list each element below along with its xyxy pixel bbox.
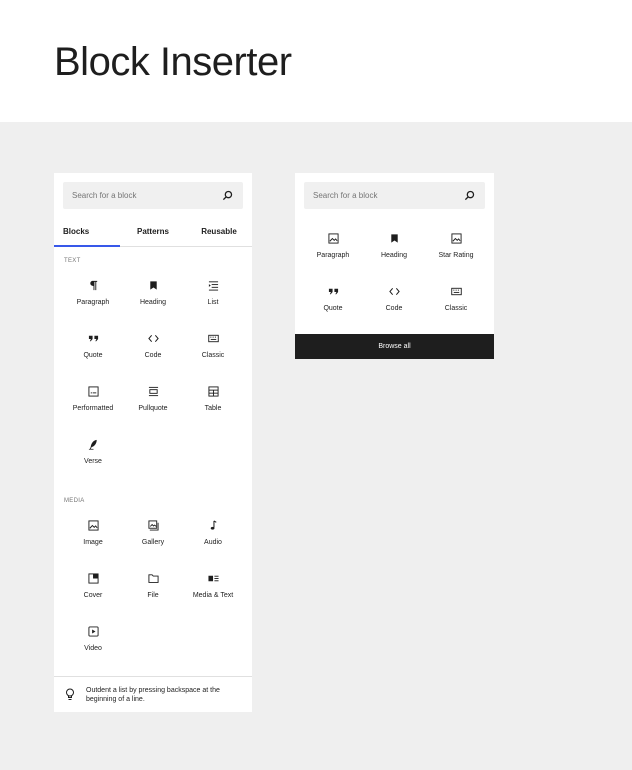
block-video[interactable]: Video <box>63 626 123 666</box>
image-icon <box>327 233 339 244</box>
active-tab-indicator <box>54 245 120 247</box>
gallery-icon <box>147 520 159 531</box>
tab-blocks[interactable]: Blocks <box>54 220 120 247</box>
quick-inserter-panel: Paragraph Heading Star Rating Quote Code… <box>295 173 494 359</box>
block-label: Quote <box>83 352 103 359</box>
pullquote-icon <box>148 386 158 397</box>
block-heading[interactable]: Heading <box>123 280 183 320</box>
page-title: Block Inserter <box>54 40 292 84</box>
cover-icon <box>87 573 99 584</box>
block-label: Audio <box>204 539 222 546</box>
file-icon <box>147 574 159 583</box>
block-heading[interactable]: Heading <box>364 233 424 273</box>
block-label: Code <box>144 352 162 359</box>
tab-patterns[interactable]: Patterns <box>120 220 186 247</box>
block-quote[interactable]: Quote <box>63 333 123 373</box>
block-verse[interactable]: Verse <box>63 439 123 479</box>
block-label: Video <box>84 645 102 652</box>
block-label: List <box>207 299 219 306</box>
title-area: Block Inserter <box>0 0 632 122</box>
search-input[interactable] <box>72 182 212 209</box>
block-quote[interactable]: Quote <box>303 286 363 326</box>
heading-icon <box>390 234 398 243</box>
block-label: Pullquote <box>138 405 168 412</box>
table-icon <box>207 386 219 397</box>
quote-icon <box>88 335 98 342</box>
search-icon[interactable] <box>464 190 475 201</box>
search-box <box>63 182 243 209</box>
block-file[interactable]: File <box>123 573 183 613</box>
block-preformatted[interactable]: Performatted <box>63 386 123 426</box>
paragraph-icon <box>89 280 97 291</box>
block-classic[interactable]: Classic <box>426 286 486 326</box>
block-label: Classic <box>201 352 225 359</box>
classic-icon <box>450 287 462 296</box>
block-label: Verse <box>84 458 102 465</box>
quote-icon <box>328 288 338 295</box>
search-box <box>304 182 485 209</box>
block-label: Star Rating <box>438 252 474 259</box>
search-icon[interactable] <box>222 190 233 201</box>
block-label: Classic <box>444 305 468 312</box>
section-label-text: TEXT <box>64 258 81 264</box>
classic-icon <box>207 334 219 343</box>
tip-text: Outdent a list by pressing backspace at … <box>86 687 220 703</box>
block-label: File <box>147 592 159 599</box>
block-classic[interactable]: Classic <box>183 333 243 373</box>
block-label: Media & Text <box>192 592 234 599</box>
tab-bar: Blocks Patterns Reusable <box>54 220 252 247</box>
code-icon <box>147 334 159 343</box>
block-label: Paragraph <box>76 299 110 306</box>
list-icon <box>208 281 218 291</box>
image-icon <box>450 233 462 244</box>
lightbulb-icon <box>66 688 74 700</box>
section-label-media: MEDIA <box>64 498 85 504</box>
block-media-text[interactable]: Media & Text <box>183 573 243 613</box>
image-icon <box>87 520 99 531</box>
block-label: Gallery <box>141 539 165 546</box>
inserter-panel: Blocks Patterns Reusable TEXT Paragraph … <box>54 173 252 712</box>
block-label: Image <box>83 539 103 546</box>
block-cover[interactable]: Cover <box>63 573 123 613</box>
preformatted-icon <box>87 386 99 397</box>
block-label: Quote <box>323 305 343 312</box>
browse-all-button[interactable]: Browse all <box>295 334 494 359</box>
block-label: Performatted <box>72 405 114 412</box>
block-pullquote[interactable]: Pullquote <box>123 386 183 426</box>
block-code[interactable]: Code <box>364 286 424 326</box>
block-code[interactable]: Code <box>123 333 183 373</box>
tip-area: Outdent a list by pressing backspace at … <box>54 676 252 712</box>
block-paragraph[interactable]: Paragraph <box>63 280 123 320</box>
block-label: Heading <box>139 299 167 306</box>
block-table[interactable]: Table <box>183 386 243 426</box>
verse-icon <box>88 439 97 450</box>
tab-reusable[interactable]: Reusable <box>186 220 252 247</box>
code-icon <box>388 287 400 296</box>
block-label: Heading <box>380 252 408 259</box>
search-input[interactable] <box>313 182 453 209</box>
block-star-rating[interactable]: Star Rating <box>426 233 486 273</box>
block-label: Code <box>385 305 403 312</box>
block-label: Table <box>204 405 222 412</box>
video-icon <box>87 626 99 637</box>
audio-icon <box>210 520 217 530</box>
block-image[interactable]: Image <box>63 520 123 560</box>
block-label: Cover <box>83 592 103 599</box>
block-list[interactable]: List <box>183 280 243 320</box>
media-text-icon <box>207 575 219 582</box>
block-gallery[interactable]: Gallery <box>123 520 183 560</box>
block-paragraph[interactable]: Paragraph <box>303 233 363 273</box>
block-label: Paragraph <box>316 252 350 259</box>
heading-icon <box>149 281 157 290</box>
block-audio[interactable]: Audio <box>183 520 243 560</box>
